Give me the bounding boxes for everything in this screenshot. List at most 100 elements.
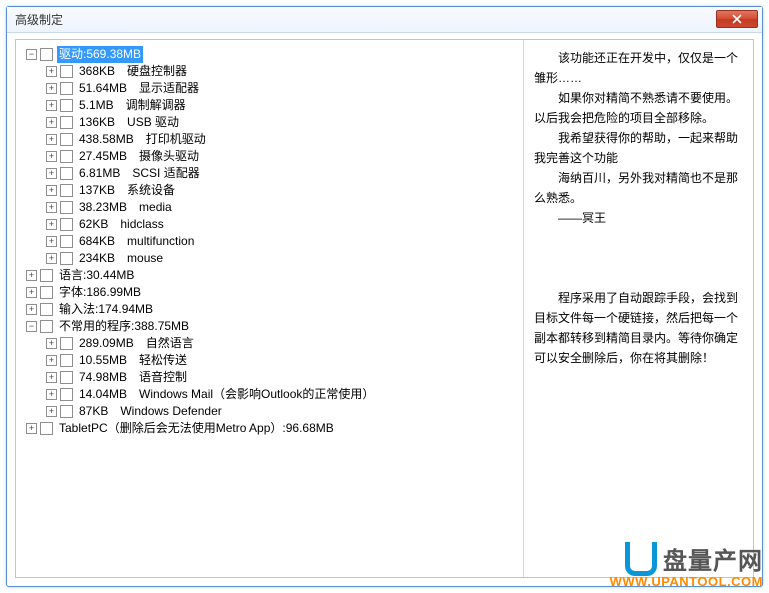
- tree-node[interactable]: + 字体:186.99MB: [26, 284, 519, 301]
- tree-node[interactable]: + 语言:30.44MB: [26, 267, 519, 284]
- tree-label[interactable]: TabletPC（删除后会无法使用Metro App）:96.68MB: [57, 420, 336, 437]
- tree-label[interactable]: 438.58MB 打印机驱动: [77, 131, 208, 148]
- tree-node[interactable]: +136KB USB 驱动: [46, 114, 519, 131]
- tree-node[interactable]: +10.55MB 轻松传送: [46, 352, 519, 369]
- collapse-icon[interactable]: −: [26, 321, 37, 332]
- checkbox[interactable]: [60, 371, 73, 384]
- tree-node[interactable]: +74.98MB 语音控制: [46, 369, 519, 386]
- checkbox[interactable]: [40, 422, 53, 435]
- checkbox[interactable]: [60, 82, 73, 95]
- tree-node[interactable]: +438.58MB 打印机驱动: [46, 131, 519, 148]
- tree-label[interactable]: 234KB mouse: [77, 250, 165, 267]
- expand-icon[interactable]: +: [26, 270, 37, 281]
- expand-icon[interactable]: +: [46, 100, 57, 111]
- tree-node[interactable]: +368KB 硬盘控制器: [46, 63, 519, 80]
- checkbox[interactable]: [40, 48, 53, 61]
- close-button[interactable]: [716, 10, 758, 28]
- expand-icon[interactable]: +: [26, 287, 37, 298]
- tree-label[interactable]: 289.09MB 自然语言: [77, 335, 196, 352]
- tree-node[interactable]: +51.64MB 显示适配器: [46, 80, 519, 97]
- checkbox[interactable]: [60, 167, 73, 180]
- checkbox[interactable]: [40, 303, 53, 316]
- expand-icon[interactable]: +: [46, 406, 57, 417]
- side-note-1: 该功能还正在开发中，仅仅是一个雏形…… 如果你对精简不熟悉请不要使用。以后我会把…: [534, 48, 743, 228]
- checkbox[interactable]: [40, 320, 53, 333]
- tree-label[interactable]: 语言:30.44MB: [57, 267, 136, 284]
- expand-icon[interactable]: +: [46, 253, 57, 264]
- expand-icon[interactable]: +: [46, 134, 57, 145]
- checkbox[interactable]: [60, 354, 73, 367]
- checkbox[interactable]: [40, 286, 53, 299]
- tree-node[interactable]: +684KB multifunction: [46, 233, 519, 250]
- tree-node[interactable]: +5.1MB 调制解调器: [46, 97, 519, 114]
- checkbox[interactable]: [60, 218, 73, 231]
- tree-node[interactable]: − 驱动:569.38MB: [26, 46, 519, 63]
- side-pane: 该功能还正在开发中，仅仅是一个雏形…… 如果你对精简不熟悉请不要使用。以后我会把…: [523, 40, 753, 577]
- tree-label[interactable]: 684KB multifunction: [77, 233, 196, 250]
- tree-node[interactable]: + TabletPC（删除后会无法使用Metro App）:96.68MB: [26, 420, 519, 437]
- checkbox[interactable]: [60, 65, 73, 78]
- tree-label[interactable]: 27.45MB 摄像头驱动: [77, 148, 201, 165]
- expand-icon[interactable]: +: [46, 236, 57, 247]
- tree-node[interactable]: +27.45MB 摄像头驱动: [46, 148, 519, 165]
- tree-label[interactable]: 38.23MB media: [77, 199, 174, 216]
- tree-label[interactable]: 10.55MB 轻松传送: [77, 352, 189, 369]
- checkbox[interactable]: [60, 150, 73, 163]
- checkbox[interactable]: [60, 99, 73, 112]
- expand-icon[interactable]: +: [26, 304, 37, 315]
- tree-label[interactable]: 136KB USB 驱动: [77, 114, 181, 131]
- tree-pane[interactable]: −驱动:569.38MB+368KB 硬盘控制器+51.64MB 显示适配器+5…: [16, 40, 523, 577]
- expand-icon[interactable]: +: [46, 355, 57, 366]
- expand-icon[interactable]: +: [46, 219, 57, 230]
- tree-node[interactable]: +38.23MB media: [46, 199, 519, 216]
- tree-node[interactable]: +137KB 系统设备: [46, 182, 519, 199]
- tree-node[interactable]: + 输入法:174.94MB: [26, 301, 519, 318]
- expand-icon[interactable]: +: [46, 202, 57, 213]
- tree-label[interactable]: 368KB 硬盘控制器: [77, 63, 189, 80]
- tree-node[interactable]: +62KB hidclass: [46, 216, 519, 233]
- checkbox[interactable]: [60, 133, 73, 146]
- expand-icon[interactable]: +: [46, 66, 57, 77]
- side-text: 我希望获得你的帮助，一起来帮助我完善这个功能: [534, 128, 743, 168]
- expand-icon[interactable]: +: [46, 151, 57, 162]
- tree-label[interactable]: 14.04MB Windows Mail（会影响Outlook的正常使用）: [77, 386, 376, 403]
- expand-icon[interactable]: +: [46, 117, 57, 128]
- tree-node[interactable]: +234KB mouse: [46, 250, 519, 267]
- tree-label[interactable]: 74.98MB 语音控制: [77, 369, 189, 386]
- tree-label[interactable]: 5.1MB 调制解调器: [77, 97, 188, 114]
- expand-icon[interactable]: +: [46, 185, 57, 196]
- tree-label[interactable]: 87KB Windows Defender: [77, 403, 224, 420]
- tree-node[interactable]: +289.09MB 自然语言: [46, 335, 519, 352]
- expand-icon[interactable]: +: [46, 389, 57, 400]
- tree-node[interactable]: +6.81MB SCSI 适配器: [46, 165, 519, 182]
- tree-label[interactable]: 不常用的程序:388.75MB: [57, 318, 191, 335]
- tree-label[interactable]: 6.81MB SCSI 适配器: [77, 165, 202, 182]
- expand-icon[interactable]: +: [46, 83, 57, 94]
- tree-node[interactable]: +14.04MB Windows Mail（会影响Outlook的正常使用）: [46, 386, 519, 403]
- expand-icon[interactable]: +: [26, 423, 37, 434]
- checkbox[interactable]: [60, 184, 73, 197]
- tree-node[interactable]: +87KB Windows Defender: [46, 403, 519, 420]
- checkbox[interactable]: [60, 405, 73, 418]
- checkbox[interactable]: [60, 201, 73, 214]
- collapse-icon[interactable]: −: [26, 49, 37, 60]
- titlebar[interactable]: 高级制定: [7, 7, 762, 33]
- tree-label[interactable]: 输入法:174.94MB: [57, 301, 155, 318]
- tree-label[interactable]: 51.64MB 显示适配器: [77, 80, 201, 97]
- expand-icon[interactable]: +: [46, 168, 57, 179]
- checkbox[interactable]: [60, 235, 73, 248]
- checkbox[interactable]: [60, 337, 73, 350]
- checkbox[interactable]: [60, 116, 73, 129]
- checkbox[interactable]: [60, 388, 73, 401]
- tree-label[interactable]: 字体:186.99MB: [57, 284, 143, 301]
- tree-view[interactable]: −驱动:569.38MB+368KB 硬盘控制器+51.64MB 显示适配器+5…: [20, 46, 519, 437]
- expand-icon[interactable]: +: [46, 372, 57, 383]
- expand-icon[interactable]: +: [46, 338, 57, 349]
- side-text: 海纳百川，另外我对精简也不是那么熟悉。: [534, 168, 743, 208]
- checkbox[interactable]: [60, 252, 73, 265]
- tree-label[interactable]: 62KB hidclass: [77, 216, 166, 233]
- tree-node[interactable]: − 不常用的程序:388.75MB: [26, 318, 519, 335]
- tree-label[interactable]: 驱动:569.38MB: [57, 46, 143, 63]
- checkbox[interactable]: [40, 269, 53, 282]
- tree-label[interactable]: 137KB 系统设备: [77, 182, 177, 199]
